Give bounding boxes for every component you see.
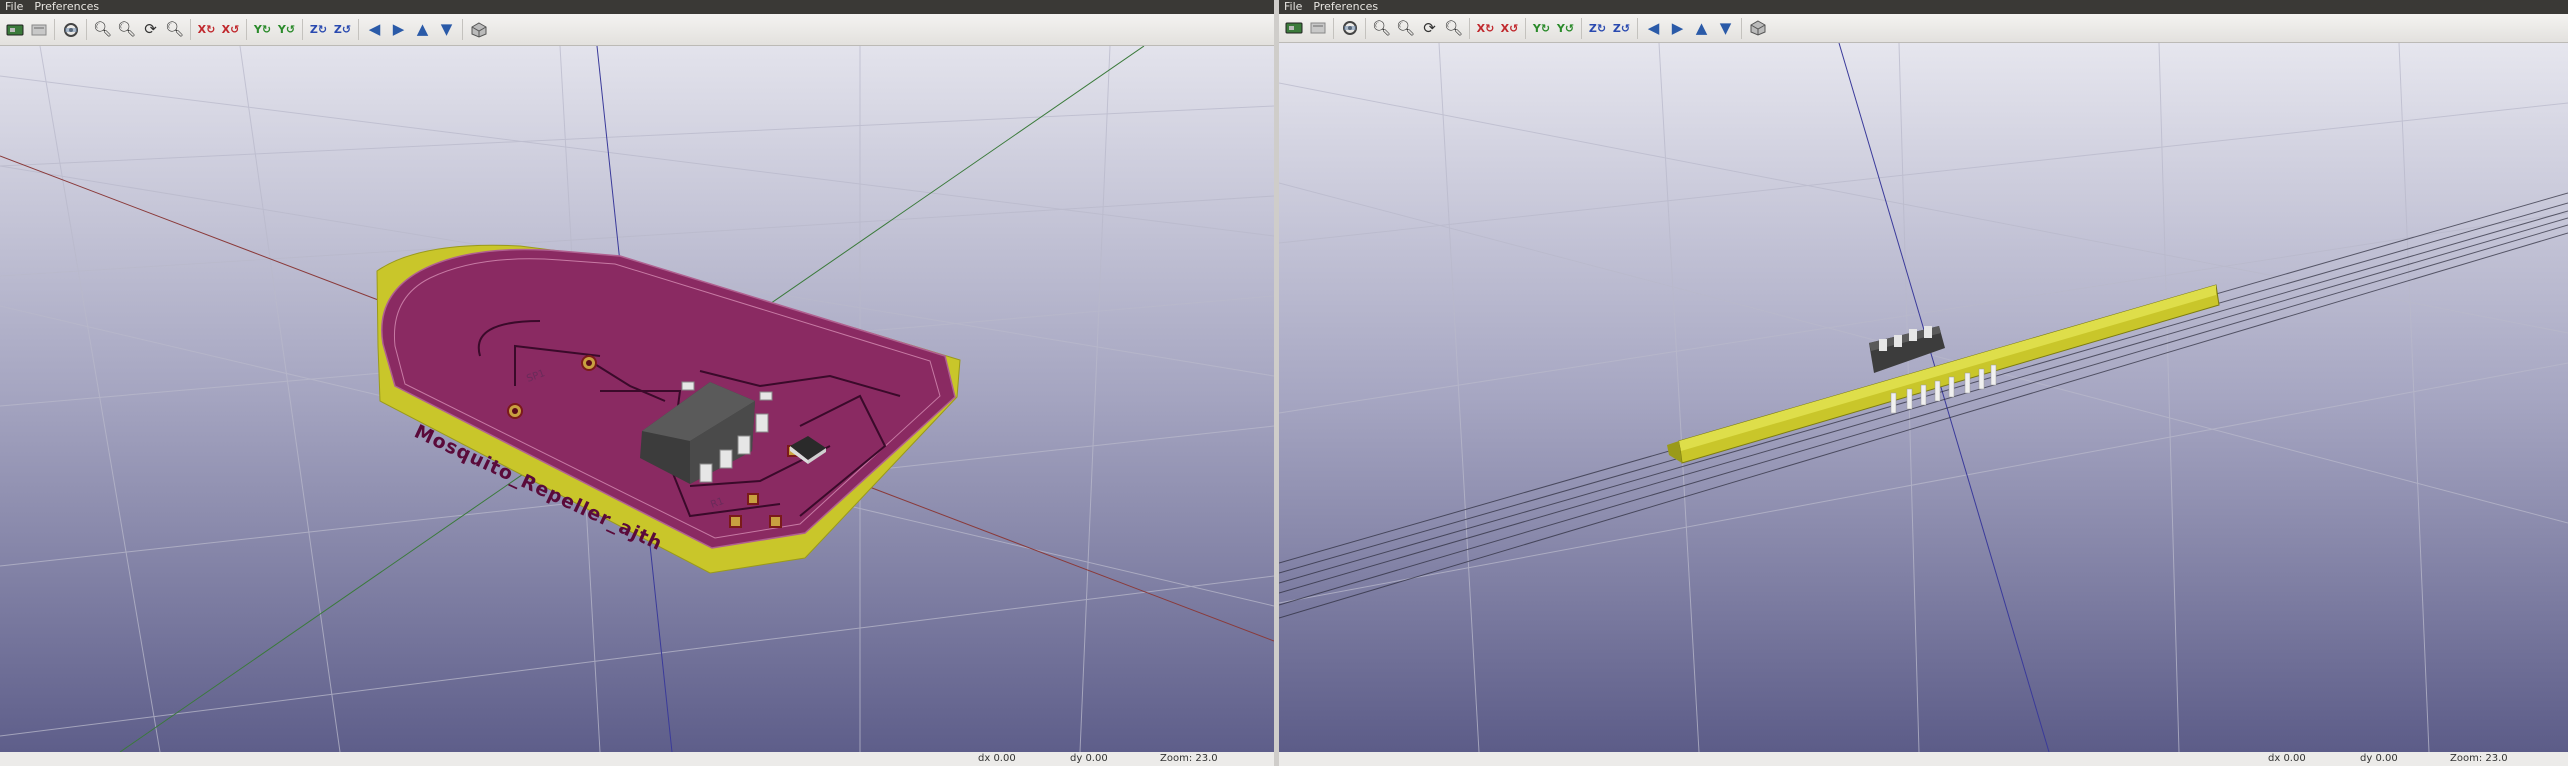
menu-bar: File Preferences — [1279, 0, 2568, 14]
rotate-y-cw-icon[interactable]: Y↻ — [252, 19, 273, 40]
move-right-icon[interactable]: ▶ — [1667, 18, 1688, 39]
status-zoom: Zoom: 23.0 — [2450, 753, 2508, 764]
move-up-icon[interactable]: ▲ — [412, 19, 433, 40]
status-dy: dy 0.00 — [1070, 753, 1108, 764]
board-view-icon[interactable] — [1283, 18, 1304, 39]
rotate-z-ccw-icon[interactable]: Z↺ — [332, 19, 353, 40]
redraw-icon[interactable]: ⟳ — [1419, 18, 1440, 39]
rotate-z-ccw-icon[interactable]: Z↺ — [1611, 18, 1632, 39]
status-bar: dx 0.00 dy 0.00 Zoom: 23.0 — [0, 752, 1274, 766]
rotate-y-cw-icon[interactable]: Y↻ — [1531, 18, 1552, 39]
rotate-z-cw-icon[interactable]: Z↻ — [1587, 18, 1608, 39]
move-down-icon[interactable]: ▼ — [436, 19, 457, 40]
zoom-fit-icon[interactable]: 🔍︎ — [1443, 18, 1464, 39]
menu-preferences[interactable]: Preferences — [1313, 0, 1378, 14]
settings-icon[interactable] — [1307, 18, 1328, 39]
toolbar: 🔍︎ 🔍︎ ⟳ 🔍︎ X↻ X↺ Y↻ Y↺ Z↻ Z↺ ◀ ▶ ▲ ▼ — [0, 14, 1274, 46]
pad — [512, 408, 518, 414]
3d-viewport[interactable]: SP1 R1 Mosquito_Repeller_ajth — [0, 46, 1274, 752]
pad — [769, 515, 782, 528]
move-right-icon[interactable]: ▶ — [388, 19, 409, 40]
move-down-icon[interactable]: ▼ — [1715, 18, 1736, 39]
move-left-icon[interactable]: ◀ — [1643, 18, 1664, 39]
pad — [586, 360, 592, 366]
menu-file[interactable]: File — [1284, 0, 1302, 14]
redraw-icon[interactable]: ⟳ — [140, 19, 161, 40]
toolbar: 🔍︎ 🔍︎ ⟳ 🔍︎ X↻ X↺ Y↻ Y↺ Z↻ Z↺ ◀ ▶ ▲ ▼ — [1279, 14, 2568, 43]
board-view-icon[interactable] — [4, 19, 25, 40]
zoom-in-icon[interactable]: 🔍︎ — [1371, 18, 1392, 39]
status-zoom: Zoom: 23.0 — [1160, 753, 1218, 764]
move-left-icon[interactable]: ◀ — [364, 19, 385, 40]
render-options-icon[interactable] — [60, 19, 81, 40]
render-options-icon[interactable] — [1339, 18, 1360, 39]
zoom-out-icon[interactable]: 🔍︎ — [116, 19, 137, 40]
menu-bar: File Preferences — [0, 0, 1274, 14]
move-up-icon[interactable]: ▲ — [1691, 18, 1712, 39]
status-dx: dx 0.00 — [978, 753, 1016, 764]
rotate-x-ccw-icon[interactable]: X↺ — [1499, 18, 1520, 39]
status-dy: dy 0.00 — [2360, 753, 2398, 764]
projection-icon[interactable] — [468, 19, 489, 40]
rotate-y-ccw-icon[interactable]: Y↺ — [1555, 18, 1576, 39]
zoom-fit-icon[interactable]: 🔍︎ — [164, 19, 185, 40]
status-bar: dx 0.00 dy 0.00 Zoom: 23.0 — [1279, 752, 2568, 766]
rotate-z-cw-icon[interactable]: Z↻ — [308, 19, 329, 40]
zoom-in-icon[interactable]: 🔍︎ — [92, 19, 113, 40]
rotate-y-ccw-icon[interactable]: Y↺ — [276, 19, 297, 40]
viewer-window-right: File Preferences 🔍︎ 🔍︎ ⟳ 🔍︎ X↻ X↺ Y↻ Y↺ … — [1279, 0, 2568, 766]
settings-icon[interactable] — [28, 19, 49, 40]
rotate-x-ccw-icon[interactable]: X↺ — [220, 19, 241, 40]
viewer-window-left: File Preferences 🔍︎ 🔍︎ ⟳ 🔍︎ X↻ X↺ Y↻ Y↺ … — [0, 0, 1274, 766]
status-dx: dx 0.00 — [2268, 753, 2306, 764]
zoom-out-icon[interactable]: 🔍︎ — [1395, 18, 1416, 39]
projection-icon[interactable] — [1747, 18, 1768, 39]
pad — [747, 493, 759, 505]
pad — [729, 515, 742, 528]
menu-preferences[interactable]: Preferences — [34, 0, 99, 14]
rotate-x-cw-icon[interactable]: X↻ — [196, 19, 217, 40]
3d-viewport[interactable] — [1279, 43, 2568, 752]
menu-file[interactable]: File — [5, 0, 23, 14]
rotate-x-cw-icon[interactable]: X↻ — [1475, 18, 1496, 39]
